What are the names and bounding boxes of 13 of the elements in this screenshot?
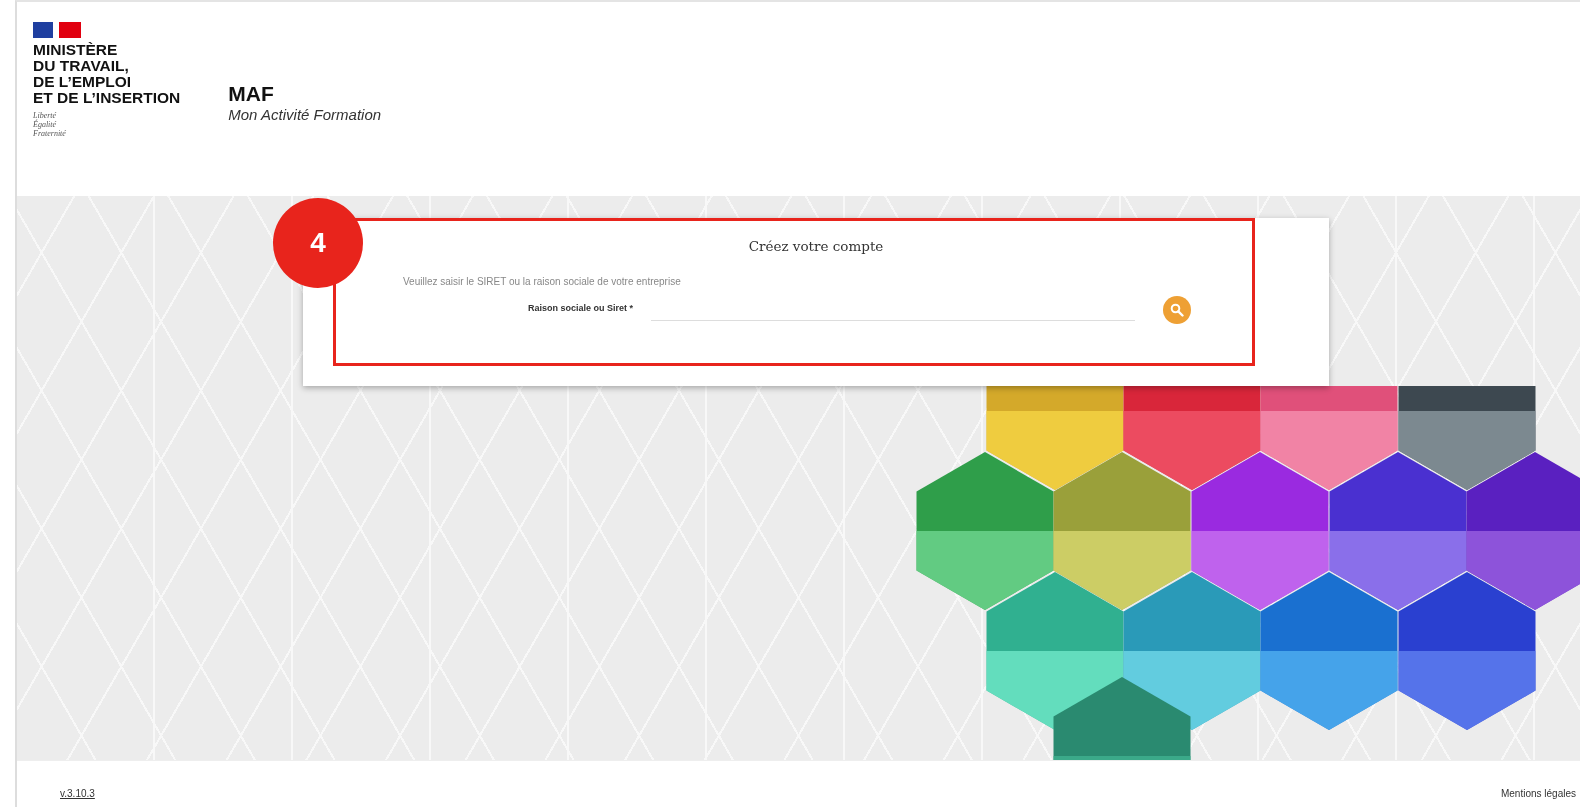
- motto-text: Liberté Égalité Fraternité: [33, 111, 67, 138]
- flag-icon: [33, 22, 81, 38]
- field-label: Raison sociale ou Siret *: [526, 303, 634, 313]
- app-title: MAF: [228, 82, 275, 106]
- step-number-badge: 4: [273, 198, 363, 288]
- version-link[interactable]: v.3.10.3: [60, 788, 95, 799]
- legal-notice-link[interactable]: Mentions légales: [1500, 788, 1576, 799]
- card-title: Créez votre compte: [748, 238, 884, 254]
- app-subtitle: Mon Activité Formation: [228, 106, 382, 123]
- search-button[interactable]: [1163, 296, 1191, 324]
- ministry-name: MINISTÈRE DU TRAVAIL, DE L’EMPLOI ET DE L’INSERTION: [33, 42, 181, 106]
- search-icon: [1170, 303, 1184, 317]
- instruction-text: Veuillez saisir le SIRET ou la raison sociale de votre entreprise: [403, 276, 681, 287]
